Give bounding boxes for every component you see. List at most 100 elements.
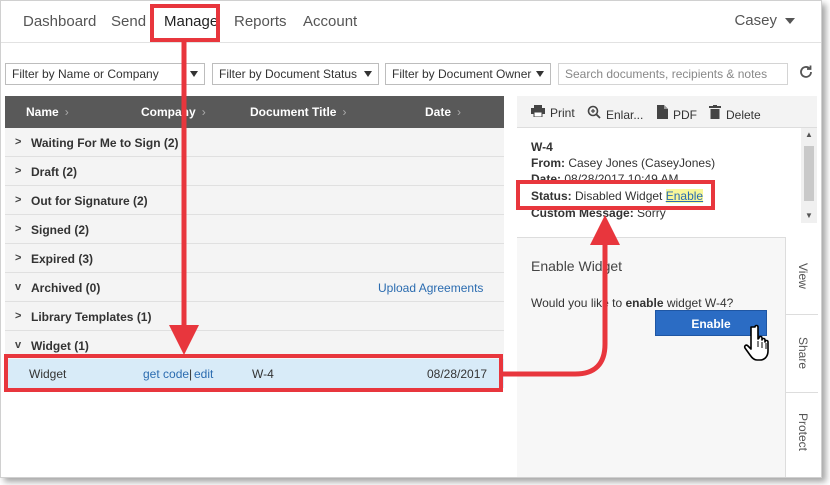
enable-question-bold: enable (625, 296, 664, 310)
app-window: Dashboard Send Manage Reports Account Ca… (0, 0, 822, 478)
column-header-name-label: Name (26, 105, 59, 119)
chevron-right-icon: > (15, 252, 22, 264)
details-status: Status: Disabled Widget Enable (531, 189, 704, 203)
group-label: Expired (3) (31, 252, 94, 266)
tab-view-label: View (796, 263, 810, 289)
chevron-right-icon: › (342, 105, 347, 119)
column-header-date-label: Date (425, 105, 452, 119)
chevron-right-icon: › (64, 105, 69, 119)
column-header-name[interactable]: Name › (26, 105, 69, 119)
table-row-widget[interactable]: Widget get code | edit W-4 08/28/2017 (5, 359, 504, 388)
chevron-right-icon: > (15, 223, 22, 235)
group-signed[interactable]: > Signed (2) (5, 215, 504, 244)
enable-widget-title: Enable Widget (531, 258, 623, 274)
chevron-down-icon (785, 18, 795, 25)
details-status-label: Status: (531, 189, 572, 203)
group-label: Signed (2) (31, 223, 90, 237)
details-from-value: Casey Jones (CaseyJones) (568, 156, 716, 170)
upload-agreements-link[interactable]: Upload Agreements (378, 281, 483, 295)
details-custom-message: Custom Message: Sorry (531, 206, 666, 220)
scroll-thumb[interactable] (804, 146, 814, 201)
delete-label: Delete (726, 108, 761, 122)
filter-name-company-label: Filter by Name or Company (12, 67, 159, 81)
pdf-button[interactable]: PDF (657, 105, 697, 122)
tab-share-label: Share (796, 337, 810, 370)
delete-button[interactable]: Delete (709, 105, 761, 122)
group-label: Waiting For Me to Sign (2) (31, 136, 179, 150)
dropdown-arrow-icon (364, 71, 372, 77)
nav-account[interactable]: Account (303, 13, 357, 30)
group-out-for-signature[interactable]: > Out for Signature (2) (5, 186, 504, 215)
enlarge-label: Enlar... (606, 108, 644, 122)
filter-document-status[interactable]: Filter by Document Status (212, 63, 379, 85)
trash-icon (709, 105, 721, 122)
refresh-icon[interactable] (796, 64, 816, 84)
group-library-templates[interactable]: > Library Templates (1) (5, 302, 504, 331)
tab-share[interactable]: Share (786, 315, 818, 393)
details-from: From: Casey Jones (CaseyJones) (531, 156, 715, 170)
filter-name-company[interactable]: Filter by Name or Company (5, 63, 205, 85)
group-waiting-for-me[interactable]: > Waiting For Me to Sign (2) (5, 128, 504, 157)
printer-icon (531, 105, 545, 120)
hand-cursor-icon (743, 323, 777, 363)
pdf-label: PDF (673, 108, 697, 122)
column-header-company-label: Company (141, 105, 196, 119)
column-header-document-title[interactable]: Document Title › (250, 105, 346, 119)
dropdown-arrow-icon (190, 71, 198, 77)
column-header-date[interactable]: Date › (425, 105, 461, 119)
document-toolbar: Print Enlar... PDF Delete (517, 96, 817, 128)
nav-reports[interactable]: Reports (234, 13, 287, 30)
get-code-link[interactable]: get code (143, 367, 189, 381)
link-separator: | (189, 367, 193, 381)
chevron-down-icon: v (15, 339, 22, 351)
group-expired[interactable]: > Expired (3) (5, 244, 504, 273)
pdf-file-icon (657, 105, 668, 122)
details-date: Date: 08/28/2017 10:49 AM (531, 172, 678, 186)
side-tabs: View Share Protect (785, 237, 818, 477)
group-draft[interactable]: > Draft (2) (5, 157, 504, 186)
chevron-right-icon: > (15, 136, 22, 148)
chevron-right-icon: › (457, 105, 462, 119)
details-title: W-4 (531, 140, 553, 154)
group-label: Out for Signature (2) (31, 194, 148, 208)
enable-question-post: widget W-4? (663, 296, 734, 310)
details-custom-value: Sorry (637, 206, 666, 220)
details-scrollbar[interactable]: ▲ ▼ (801, 128, 817, 223)
nav-dashboard[interactable]: Dashboard (23, 13, 96, 30)
edit-link[interactable]: edit (194, 367, 213, 381)
row-name: Widget (29, 367, 67, 381)
print-button[interactable]: Print (531, 105, 575, 120)
filter-status-label: Filter by Document Status (219, 67, 358, 81)
group-archived[interactable]: v Archived (0) Upload Agreements (5, 273, 504, 302)
tab-view[interactable]: View (786, 237, 818, 315)
details-from-label: From: (531, 156, 565, 170)
chevron-right-icon: > (15, 310, 22, 322)
group-label: Draft (2) (31, 165, 78, 179)
details-custom-label: Custom Message: (531, 206, 634, 220)
enlarge-button[interactable]: Enlar... (587, 105, 643, 122)
group-widget[interactable]: v Widget (1) (5, 331, 504, 360)
status-enable-link[interactable]: Enable (665, 189, 704, 203)
filter-document-owner[interactable]: Filter by Document Owner (385, 63, 551, 85)
nav-manage[interactable]: Manage (164, 13, 218, 30)
search-input[interactable] (558, 63, 788, 85)
scroll-up-icon[interactable]: ▲ (805, 130, 813, 139)
tab-protect[interactable]: Protect (786, 393, 818, 477)
column-header-title-label: Document Title (250, 105, 337, 119)
chevron-right-icon: > (15, 165, 22, 177)
table-empty-area (5, 388, 504, 477)
row-date: 08/28/2017 (427, 367, 488, 381)
details-date-label: Date: (531, 172, 562, 186)
tab-protect-label: Protect (796, 413, 810, 452)
scroll-down-icon[interactable]: ▼ (805, 211, 813, 220)
enable-question-pre: Would you like to (531, 296, 626, 310)
chevron-down-icon: v (15, 281, 22, 293)
group-label: Archived (0) (31, 281, 101, 295)
nav-send[interactable]: Send (111, 13, 146, 30)
enable-question: Would you like to enable widget W-4? (531, 296, 733, 310)
column-header-company[interactable]: Company › (141, 105, 206, 119)
user-menu[interactable]: Casey (734, 12, 795, 29)
user-name: Casey (734, 12, 777, 29)
table-header: Name › Company › Document Title › Date › (5, 96, 504, 128)
group-label: Widget (1) (31, 339, 89, 353)
